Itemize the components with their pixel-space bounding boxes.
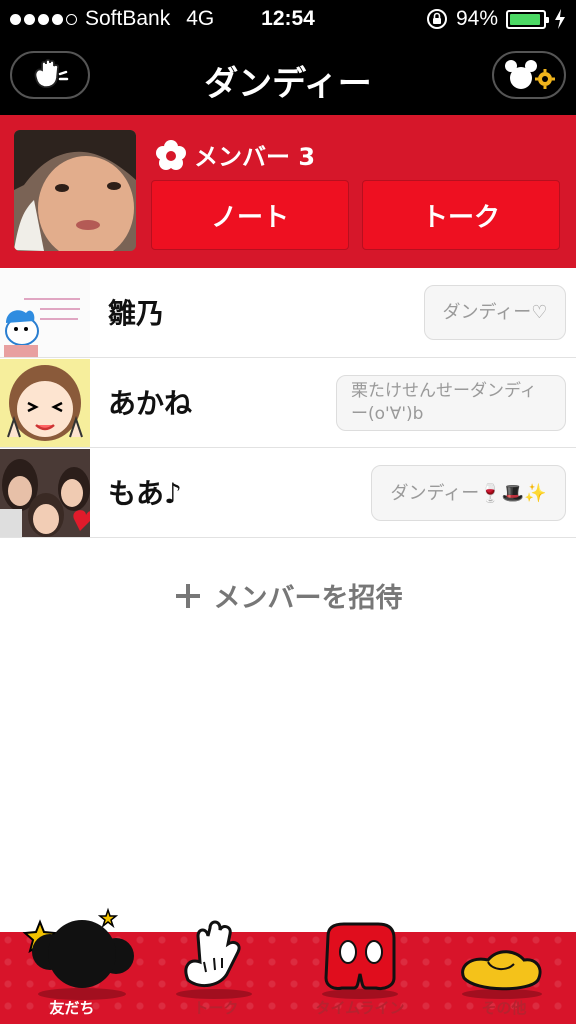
orientation-lock-icon: [426, 9, 447, 29]
tab-friends[interactable]: 友だち: [0, 902, 144, 1024]
flower-icon: [156, 139, 186, 170]
member-name: 雛乃: [108, 297, 165, 330]
invite-label: メンバーを招待: [213, 583, 403, 614]
tab-talk[interactable]: トーク: [144, 902, 288, 1024]
tab-timeline[interactable]: タイムライン: [288, 902, 432, 1024]
member-count-label: メンバー 3: [194, 143, 316, 171]
member-status: ダンディー♡: [424, 285, 566, 340]
invite-member-button[interactable]: メンバーを招待: [0, 576, 576, 615]
avatar: [0, 269, 90, 357]
tab-others[interactable]: その他: [432, 902, 576, 1024]
plus-icon: [175, 583, 200, 608]
tab-label: 友だち: [49, 999, 95, 1017]
status-bar: SoftBank 4G 12:54 94%: [0, 0, 576, 38]
group-header: メンバー 3 ノート トーク: [0, 115, 576, 268]
status-right: 94%: [426, 7, 566, 31]
member-count: メンバー 3: [156, 137, 315, 172]
yellow-shoe-icon: [461, 950, 542, 999]
settings-button[interactable]: [492, 51, 566, 99]
member-name: もあ♪: [108, 477, 182, 510]
glove-hand-icon: [176, 920, 252, 999]
avatar: [0, 449, 90, 537]
avatar: [0, 359, 90, 447]
member-row[interactable]: 雛乃 ダンディー♡: [0, 268, 576, 358]
member-row[interactable]: あかね 栗たけせんせーダンディー(o'∀')b: [0, 358, 576, 448]
member-name: あかね: [108, 387, 193, 420]
mickey-gear-settings-icon: [505, 60, 555, 89]
tab-bar: 友だち トーク タイムライン その他: [0, 907, 576, 1024]
mickey-shorts-icon: [322, 922, 398, 999]
battery-fill: [510, 13, 541, 25]
member-status: 栗たけせんせーダンディー(o'∀')b: [336, 375, 566, 431]
battery-icon: [506, 9, 549, 29]
battery-percent: 94%: [455, 7, 498, 30]
tab-label: その他: [481, 999, 527, 1017]
group-photo-face: [14, 130, 136, 251]
group-photo[interactable]: [14, 130, 136, 251]
member-status: ダンディー🍷🎩✨: [371, 465, 566, 521]
mickey-head-icon: [22, 907, 134, 1000]
note-button[interactable]: ノート: [151, 180, 349, 250]
member-row[interactable]: もあ♪ ダンディー🍷🎩✨: [0, 448, 576, 538]
nav-bar: ダンディー: [0, 38, 576, 115]
talk-button[interactable]: トーク: [362, 180, 560, 250]
page-title: ダンディー: [204, 64, 372, 104]
charging-bolt-icon: [555, 9, 565, 29]
tab-label: タイムライン: [315, 999, 405, 1017]
tab-label: トーク: [193, 999, 239, 1017]
